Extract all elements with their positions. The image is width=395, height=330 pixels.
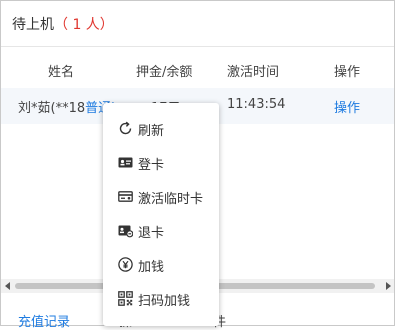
column-header-activation-time: 激活时间 [227,65,280,80]
scroll-right-arrow-icon[interactable] [386,282,391,290]
menu-item-card-login[interactable]: 登卡 [103,145,219,179]
temp-card-icon [118,189,133,204]
menu-item-add-money[interactable]: 加钱 [103,247,219,281]
qr-code-icon [118,291,133,306]
panel-header: 待上机（ 1 人） [1,1,394,47]
refresh-icon [118,121,133,136]
menu-item-return-card[interactable]: 退卡 [103,213,219,247]
menu-item-activate-temp-card[interactable]: 激活临时卡 [103,179,219,213]
cell-activation-time: 11:43:54 [227,97,286,112]
card-return-icon [118,223,133,238]
menu-item-label: 加钱 [138,260,165,275]
table-header: 姓名 押金/余额 激活时间 操作 [1,48,394,88]
recharge-record-link[interactable]: 充值记录 [18,311,70,330]
panel-title-text: 待上机 [12,17,54,33]
menu-item-label: 激活临时卡 [138,192,204,207]
column-header-actions: 操作 [334,65,361,80]
menu-item-refresh[interactable]: 刷新 [103,111,219,145]
pending-count: （ 1 人） [54,17,114,33]
context-menu: 刷新 登卡 激活临时卡 退卡 加钱 扫码加钱 [103,103,219,326]
column-header-deposit: 押金/余额 [136,65,193,80]
scroll-left-arrow-icon[interactable] [5,282,10,290]
menu-item-label: 扫码加钱 [138,294,191,309]
member-name: 刘*茹(**18 [18,101,86,116]
yuan-coin-icon [118,257,133,272]
card-login-icon [118,155,133,170]
cell-name: 刘*茹(**18普通) [18,97,116,116]
menu-item-label: 刷新 [138,124,165,139]
row-action-link[interactable]: 操作 [334,97,360,116]
menu-item-scan-add-money[interactable]: 扫码加钱 [103,281,219,315]
panel-title: 待上机（ 1 人） [12,14,114,34]
menu-item-label: 退卡 [138,226,165,241]
column-header-name: 姓名 [48,65,75,80]
menu-item-label: 登卡 [138,158,165,173]
